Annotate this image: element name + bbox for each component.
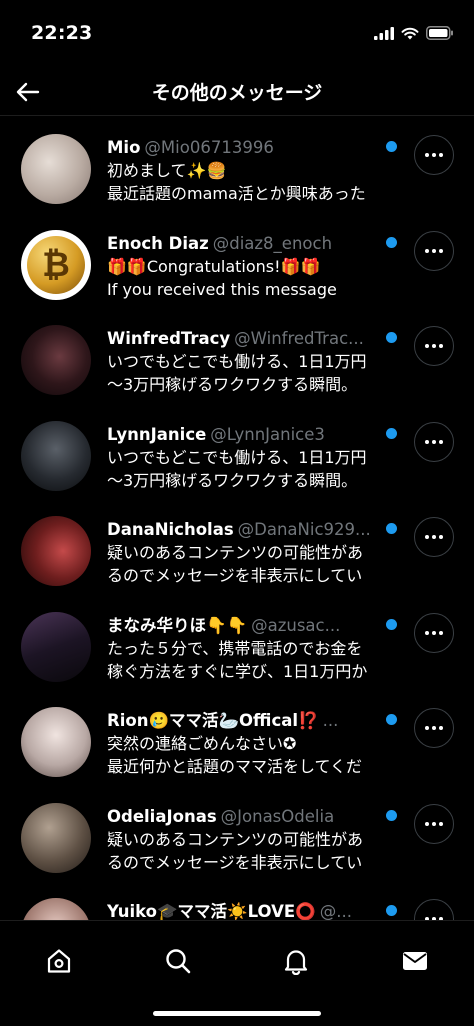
more-options-button[interactable] [414, 517, 454, 557]
unread-indicator [386, 523, 397, 534]
unread-indicator [386, 141, 397, 152]
conversation-row[interactable]: まなみ华りほ👇👇 @azusac... たった５分で、携帯電話のでお金を 稼ぐ方法… [0, 598, 474, 694]
conversation-row[interactable]: WinfredTracy @WinfredTrac... いつでもどこでも働ける、… [0, 311, 474, 407]
bottom-tab-bar [0, 920, 474, 1026]
message-preview: 突然の連絡ごめんなさい✪ [107, 734, 297, 753]
sender-handle: @LynnJanice3 [210, 424, 325, 444]
sender-name: Rion🥲ママ活🦢Offical⁉️ [107, 711, 319, 730]
message-preview: 稼ぐ方法をすぐに学び、1日1万円か [107, 661, 368, 681]
sender-name: OdeliaJonas [107, 806, 217, 826]
sender-handle: @diaz8_enoch [212, 233, 333, 253]
bitcoin-coin-icon: ₿ [27, 235, 85, 294]
tab-notifications[interactable] [268, 933, 324, 989]
home-indicator [153, 1011, 321, 1016]
sender-name: まなみ华りほ👇👇 [107, 615, 248, 635]
tab-home[interactable] [31, 933, 87, 989]
more-options-button[interactable] [414, 230, 454, 271]
conversation-row[interactable]: ₿ Enoch Diaz @diaz8_enoch 🎁🎁Congratulatio… [0, 216, 474, 312]
message-preview: 🎁🎁Congratulations!🎁🎁 [107, 256, 321, 276]
more-options-button[interactable] [414, 421, 454, 462]
envelope-icon [403, 952, 427, 970]
battery-icon [426, 26, 453, 40]
avatar [21, 134, 91, 204]
sender-name: DanaNicholas [107, 520, 234, 539]
avatar [21, 707, 91, 777]
more-options-button[interactable] [414, 803, 454, 844]
conversation-row[interactable]: Rion🥲ママ活🦢Offical⁉️... 突然の連絡ごめんなさい✪ 最近何かと… [0, 693, 474, 789]
sender-handle: @JonasOdelia [220, 806, 335, 826]
message-request-list: Mio @Mio06713996 初めまして✨🍔 最近話題のmama活とか興味あっ… [0, 120, 474, 920]
conversation-row[interactable]: OdeliaJonas @JonasOdelia 疑いのあるコンテンツの可能性があ… [0, 789, 474, 885]
more-options-button[interactable] [414, 708, 454, 748]
message-preview: ～3万円稼げるワクワクする瞬間。 [107, 375, 358, 394]
unread-indicator [386, 714, 397, 725]
avatar [21, 420, 91, 491]
message-preview: るのでメッセージを非表示にしてい [107, 852, 363, 872]
status-icons [374, 26, 454, 40]
status-time: 22:23 [31, 22, 93, 44]
wifi-icon [401, 27, 419, 39]
message-preview: 疑いのあるコンテンツの可能性があ [107, 829, 364, 849]
message-preview: 初めまして✨🍔 [107, 161, 227, 180]
avatar [21, 802, 91, 873]
home-icon [47, 949, 71, 973]
page-title: その他のメッセージ [151, 82, 323, 104]
unread-indicator [386, 618, 397, 630]
more-options-button[interactable] [414, 326, 454, 366]
sender-handle: @DanaNic929... [237, 520, 371, 539]
message-preview: 疑いのあるコンテンツの可能性があ [107, 543, 364, 562]
message-preview: 最近何かと話題のママ活をしてくだ [107, 757, 363, 776]
unread-indicator [386, 905, 397, 916]
sender-handle: @azusac... [251, 615, 341, 635]
status-bar: 22:23 [0, 0, 474, 68]
avatar [21, 325, 91, 395]
tab-messages[interactable] [387, 933, 443, 989]
conversation-row[interactable]: DanaNicholas @DanaNic929... 疑いのあるコンテンツの可能… [0, 502, 474, 598]
message-preview: 最近話題のmama活とか興味あった [107, 184, 366, 203]
avatar [21, 898, 91, 920]
sender-handle: ... [322, 711, 339, 730]
sender-name: Yuiko🎓ママ活☀️LOVE⭕ [107, 902, 316, 920]
conversation-row[interactable]: Yuiko🎓ママ活☀️LOVE⭕ @... [0, 884, 474, 920]
conversation-row[interactable]: LynnJanice @LynnJanice3 いつでもどこでも働ける、1日1万円… [0, 407, 474, 503]
unread-indicator [386, 332, 397, 343]
bell-icon [284, 950, 308, 975]
sender-name: WinfredTracy [107, 329, 231, 348]
message-preview: たった５分で、携帯電話のでお金を [107, 638, 363, 658]
sender-handle: @WinfredTrac... [234, 329, 364, 348]
unread-indicator [386, 236, 397, 248]
unread-indicator [386, 427, 397, 439]
sender-name: LynnJanice [107, 424, 207, 444]
message-preview: いつでもどこでも働ける、1日1万円 [107, 352, 367, 371]
avatar: ₿ [21, 229, 91, 300]
message-preview: If you received this message [107, 279, 337, 299]
unread-indicator [386, 809, 397, 821]
avatar [21, 516, 91, 586]
conversation-row[interactable]: Mio @Mio06713996 初めまして✨🍔 最近話題のmama活とか興味あっ… [0, 120, 474, 216]
more-options-button[interactable] [414, 135, 454, 175]
message-preview: るのでメッセージを非表示にしてい [107, 566, 363, 585]
sender-handle: @Mio06713996 [144, 138, 274, 157]
tab-search[interactable] [150, 933, 206, 989]
message-preview: ～3万円稼げるワクワクする瞬間。 [107, 470, 358, 490]
sender-handle: @... [319, 902, 352, 920]
more-options-button[interactable] [414, 899, 454, 920]
message-preview: いつでもどこでも働ける、1日1万円 [107, 447, 367, 467]
sender-name: Enoch Diaz [107, 233, 209, 253]
search-icon [166, 949, 191, 974]
more-options-button[interactable] [414, 612, 454, 653]
header: その他のメッセージ [0, 68, 474, 116]
sender-name: Mio [107, 138, 141, 157]
cellular-signal-icon [374, 26, 394, 40]
avatar [21, 611, 91, 682]
